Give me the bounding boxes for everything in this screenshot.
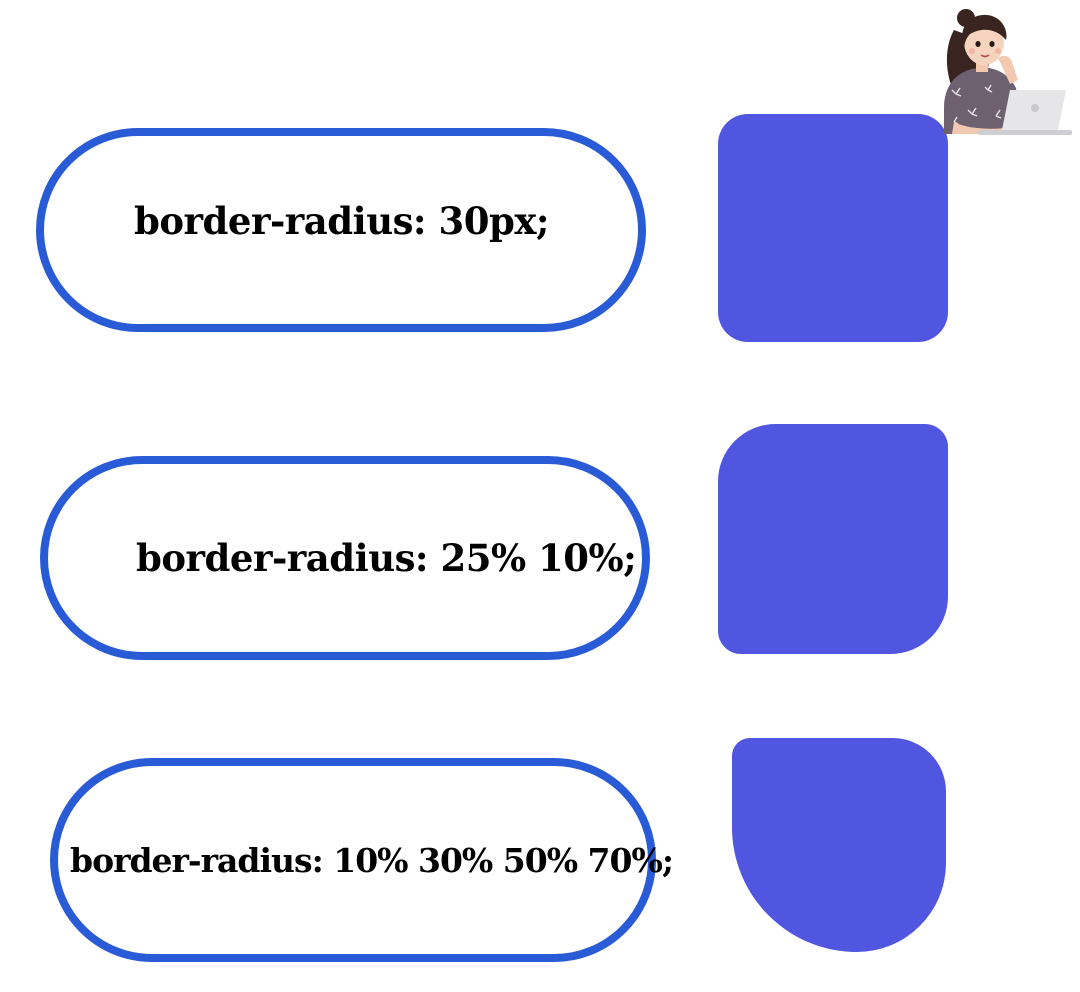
demo-shape-30px (718, 114, 948, 342)
example-label: border-radius: 10% 30% 50% 70%; (70, 840, 674, 880)
demo-shape-10-30-50-70 (732, 738, 946, 952)
example-pill-10-30-50-70: border-radius: 10% 30% 50% 70%; (50, 758, 674, 962)
example-label: border-radius: 25% 10%; (136, 536, 637, 580)
example-pill-30px: border-radius: 30px; (36, 128, 646, 332)
example-label: border-radius: 30px; (134, 199, 550, 243)
girl-with-laptop-icon (944, 9, 1072, 135)
example-pill-25-10: border-radius: 25% 10%; (40, 456, 650, 660)
demo-shape-25-10 (718, 424, 948, 654)
